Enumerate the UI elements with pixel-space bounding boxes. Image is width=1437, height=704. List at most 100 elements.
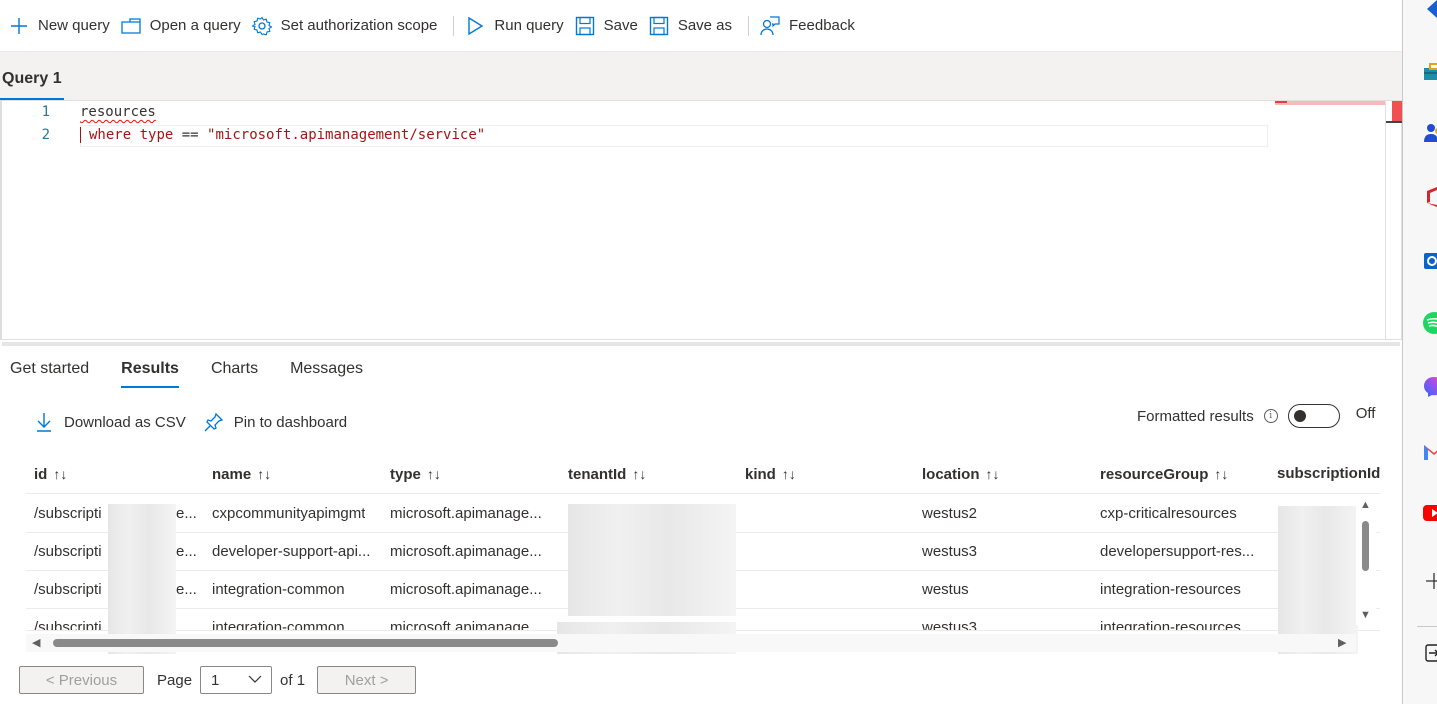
set-authorization-scope-label: Set authorization scope (280, 17, 438, 34)
editor-scrollbar[interactable] (1385, 101, 1401, 339)
sort-icon[interactable]: ↑↓ (986, 466, 1000, 482)
download-csv-button[interactable]: Download as CSV (34, 412, 186, 432)
people-icon[interactable] (1423, 122, 1437, 144)
cell-name: integration-common (212, 619, 345, 631)
cell-type: microsoft.apimanage... (390, 619, 542, 631)
cell-id-tail: e... (176, 581, 197, 598)
scroll-right-arrow-icon[interactable]: ▶ (1338, 636, 1346, 649)
run-query-button[interactable]: Run query (462, 10, 571, 42)
column-header-subscriptionid[interactable]: subscriptionId (1277, 454, 1380, 494)
column-header-tenantid[interactable]: tenantId ↑↓ (568, 454, 646, 494)
cell-id: /subscripti (34, 543, 102, 560)
tab-results[interactable]: Results (121, 352, 179, 388)
gmail-icon[interactable] (1423, 440, 1437, 462)
office-icon[interactable] (1423, 186, 1437, 208)
column-label: subscriptionId (1277, 465, 1380, 482)
sort-icon[interactable]: ↑↓ (782, 466, 796, 482)
new-query-button[interactable]: New query (6, 10, 118, 42)
tab-query-1[interactable]: Query 1 (0, 70, 64, 100)
minimap[interactable] (1275, 101, 1385, 105)
scroll-left-arrow-icon[interactable]: ◀ (32, 636, 40, 649)
formatted-results-toggle[interactable] (1287, 404, 1340, 428)
messenger-icon[interactable] (1423, 376, 1437, 398)
open-query-button[interactable]: Open a query (118, 10, 249, 42)
save-icon (574, 15, 596, 37)
column-label: tenantId (568, 466, 627, 483)
cell-resourcegroup: cxp-criticalresources (1100, 505, 1237, 522)
editor-line-1: 1 resources (2, 101, 1268, 123)
code-text: resources (80, 104, 156, 120)
plus-icon (8, 15, 30, 37)
cell-id: /subscripti (34, 619, 102, 631)
query-editor[interactable]: 1 resources 2 where type == "microsoft.a… (0, 100, 1402, 340)
feedback-label: Feedback (789, 17, 855, 34)
grid-horizontal-scrollbar[interactable]: ◀ ▶ (26, 634, 1356, 652)
column-header-kind[interactable]: kind ↑↓ (745, 454, 796, 494)
tab-messages[interactable]: Messages (290, 352, 363, 388)
cell-location: westus3 (922, 543, 978, 560)
sort-icon[interactable]: ↑↓ (427, 466, 441, 482)
redacted-block (108, 504, 176, 654)
youtube-icon[interactable] (1423, 502, 1437, 524)
add-icon[interactable] (1423, 570, 1437, 592)
vertical-scroll-thumb[interactable] (1362, 521, 1369, 571)
previous-page-button[interactable]: < Previous (19, 666, 144, 694)
sort-icon[interactable]: ↑↓ (632, 466, 646, 482)
download-icon (34, 412, 54, 432)
info-icon[interactable]: i (1263, 409, 1278, 423)
save-as-button[interactable]: Save as (646, 10, 740, 42)
sort-icon[interactable]: ↑↓ (53, 466, 67, 482)
set-authorization-scope-button[interactable]: Set authorization scope (249, 10, 446, 42)
cell-type: microsoft.apimanage... (390, 543, 542, 560)
folder-icon (120, 15, 142, 37)
chevron-down-icon (247, 671, 263, 691)
tab-charts[interactable]: Charts (211, 352, 258, 388)
cursor-marker (1386, 121, 1402, 123)
sort-icon[interactable]: ↑↓ (1214, 466, 1228, 482)
next-page-button[interactable]: Next > (317, 666, 417, 694)
sort-icon[interactable]: ↑↓ (257, 466, 271, 482)
toggle-knob (1293, 410, 1306, 422)
column-header-resourcegroup[interactable]: resourceGroup ↑↓ (1100, 454, 1228, 494)
horizontal-scroll-thumb[interactable] (53, 639, 558, 647)
toolbox-icon[interactable] (1423, 62, 1437, 84)
page-of-label: of 1 (280, 671, 306, 689)
scroll-up-arrow-icon[interactable]: ▲ (1360, 499, 1371, 511)
pin-dashboard-button[interactable]: Pin to dashboard (204, 412, 347, 432)
cell-type: microsoft.apimanage... (390, 505, 542, 522)
column-header-type[interactable]: type ↑↓ (390, 454, 441, 494)
cell-resourcegroup: developersupport-res... (1100, 543, 1255, 560)
pipe-char (80, 127, 81, 143)
tab-get-started[interactable]: Get started (10, 352, 89, 388)
bing-copilot-icon[interactable] (1423, 0, 1437, 22)
minimap-marker (1275, 101, 1287, 103)
cell-name: developer-support-api... (212, 543, 371, 560)
save-as-label: Save as (677, 17, 733, 34)
keyword-type: type (139, 127, 174, 143)
query-tab-strip: Query 1 (0, 52, 1402, 100)
pane-splitter[interactable] (2, 342, 1400, 346)
grid-vertical-scrollbar[interactable]: ▲ ▼ (1356, 495, 1376, 625)
editor-line-2: 2 where type == "microsoft.apimanagement… (2, 124, 1268, 146)
spotify-icon[interactable] (1423, 312, 1437, 334)
toolbar: New query Open a query Set authorization… (0, 0, 1402, 52)
pin-icon (204, 412, 224, 432)
feedback-button[interactable]: Feedback (757, 10, 863, 42)
cell-location: westus3 (922, 619, 978, 631)
sidebar-exit-icon[interactable] (1423, 642, 1437, 664)
page-select[interactable]: 1 (200, 666, 273, 694)
cell-id: /subscripti (34, 505, 102, 522)
scroll-down-arrow-icon[interactable]: ▼ (1360, 609, 1371, 621)
operator: == (181, 127, 199, 143)
string-literal: "microsoft.apimanagement/service" (207, 127, 486, 143)
outlook-icon[interactable] (1423, 250, 1437, 272)
column-header-id[interactable]: id ↑↓ (34, 454, 67, 494)
code-text: where type == "microsoft.apimanagement/s… (80, 127, 485, 143)
column-header-name[interactable]: name ↑↓ (212, 454, 271, 494)
column-label: name (212, 466, 252, 483)
save-button[interactable]: Save (572, 10, 646, 42)
play-icon (464, 15, 486, 37)
page-label: Page (157, 671, 193, 689)
column-header-location[interactable]: location ↑↓ (922, 454, 1000, 494)
column-label: kind (745, 466, 776, 483)
